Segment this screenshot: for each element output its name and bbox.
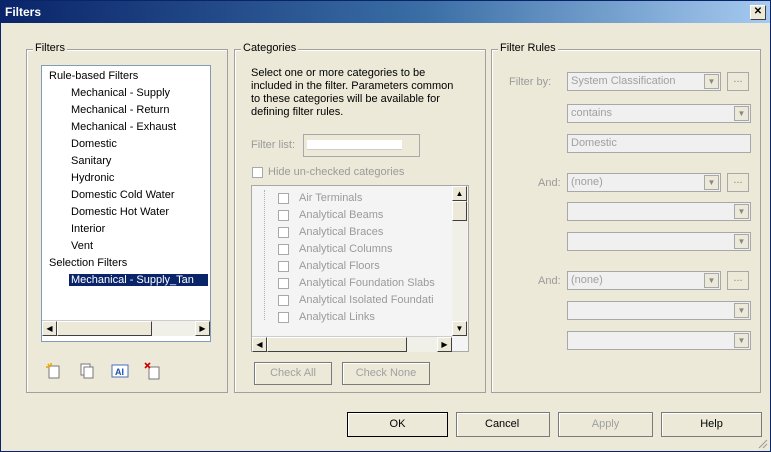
and1-label: And: [538, 177, 561, 189]
new-filter-icon[interactable] [45, 362, 63, 380]
close-button[interactable]: ✕ [750, 5, 766, 20]
delete-filter-icon[interactable] [144, 362, 162, 380]
tree-item[interactable]: Domestic [71, 138, 117, 150]
tree-item-rule-based[interactable]: Rule-based Filters [49, 70, 138, 82]
ok-button[interactable]: OK [347, 412, 448, 437]
tree-item-selected[interactable]: Mechanical - Supply_Tan [69, 274, 208, 286]
rename-filter-icon[interactable]: AI [111, 362, 129, 380]
duplicate-filter-icon[interactable] [78, 362, 96, 380]
check-all-button[interactable]: Check All [254, 362, 332, 385]
chevron-down-icon: ▼ [704, 273, 719, 288]
and2-browse-button[interactable]: ... [727, 271, 749, 290]
filter-list-dropdown[interactable] [303, 134, 420, 157]
category-checkbox[interactable] [278, 261, 289, 272]
category-item[interactable]: Analytical Floors [299, 260, 380, 272]
category-item[interactable]: Analytical Isolated Foundati [299, 294, 449, 306]
and2-select[interactable]: (none) ▼ [567, 271, 721, 290]
and2-operator-select[interactable]: ▼ [567, 301, 751, 320]
rule-value-field[interactable]: Domestic [567, 134, 751, 153]
scroll-down-icon[interactable]: ▼ [452, 321, 467, 336]
category-checkbox[interactable] [278, 278, 289, 289]
scroll-left-icon[interactable]: ◀ [252, 337, 267, 352]
filter-by-value: System Classification [571, 75, 676, 87]
category-checkbox[interactable] [278, 244, 289, 255]
filter-list-label: Filter list: [251, 139, 295, 151]
category-item[interactable]: Analytical Braces [299, 226, 383, 238]
category-checkbox[interactable] [278, 312, 289, 323]
scroll-thumb[interactable] [452, 201, 467, 221]
and1-operator-select[interactable]: ▼ [567, 202, 751, 221]
hide-unchecked-checkbox[interactable] [252, 167, 263, 178]
category-item[interactable]: Analytical Columns [299, 243, 393, 255]
and1-browse-button[interactable]: ... [727, 173, 749, 192]
tree-item[interactable]: Mechanical - Supply [71, 87, 170, 99]
help-button[interactable]: Help [661, 412, 762, 437]
categories-group-legend: Categories [241, 42, 299, 54]
chevron-down-icon: ▼ [734, 234, 749, 249]
operator-value: contains [571, 107, 612, 119]
category-item[interactable]: Air Terminals [299, 192, 362, 204]
category-checkbox[interactable] [278, 227, 289, 238]
chevron-down-icon: ▼ [734, 204, 749, 219]
filter-by-browse-button[interactable]: ... [727, 72, 749, 91]
filters-dialog: Filters ✕ Filters Rule-based Filters Mec… [0, 0, 771, 452]
filter-rules-legend: Filter Rules [498, 42, 558, 54]
window-title: Filters [5, 5, 42, 19]
svg-text:AI: AI [115, 367, 124, 377]
category-checkbox[interactable] [278, 193, 289, 204]
and2-value: (none) [571, 274, 603, 286]
chevron-down-icon: ▼ [704, 74, 719, 89]
tree-item[interactable]: Hydronic [71, 172, 114, 184]
tree-item[interactable]: Mechanical - Return [71, 104, 169, 116]
and1-value: (none) [571, 176, 603, 188]
tree-item[interactable]: Sanitary [71, 155, 111, 167]
category-item[interactable]: Analytical Beams [299, 209, 383, 221]
check-none-button[interactable]: Check None [342, 362, 430, 385]
scroll-right-icon[interactable]: ▶ [437, 337, 452, 352]
tree-item-selection-filters[interactable]: Selection Filters [49, 257, 127, 269]
scroll-right-icon[interactable]: ▶ [195, 321, 210, 336]
category-checkbox[interactable] [278, 295, 289, 306]
resize-grip-icon[interactable] [758, 439, 768, 449]
tree-item[interactable]: Vent [71, 240, 93, 252]
title-bar: Filters ✕ [1, 1, 770, 23]
categories-description: Select one or more categories to be incl… [251, 67, 454, 118]
and2-label: And: [538, 275, 561, 287]
and1-value-select[interactable]: ▼ [567, 232, 751, 251]
chevron-down-icon: ▼ [734, 333, 749, 348]
filter-by-select[interactable]: System Classification ▼ [567, 72, 721, 91]
operator-select[interactable]: contains ▼ [567, 104, 751, 123]
chevron-down-icon: ▼ [734, 303, 749, 318]
scroll-thumb[interactable] [57, 321, 152, 336]
and1-select[interactable]: (none) ▼ [567, 173, 721, 192]
categories-vscroll[interactable]: ▲ ▼ [452, 186, 467, 336]
filter-tree-hscroll[interactable]: ◀ ▶ [42, 320, 210, 336]
cancel-button[interactable]: Cancel [456, 412, 550, 437]
tree-item[interactable]: Mechanical - Exhaust [71, 121, 176, 133]
filter-by-label: Filter by: [509, 76, 552, 88]
tree-item[interactable]: Interior [71, 223, 105, 235]
tree-item[interactable]: Domestic Hot Water [71, 206, 169, 218]
categories-hscroll[interactable]: ◀ ▶ [252, 336, 452, 352]
filter-tree[interactable]: Rule-based Filters Mechanical - Supply M… [41, 65, 211, 342]
tree-item[interactable]: Domestic Cold Water [71, 189, 175, 201]
category-checkbox[interactable] [278, 210, 289, 221]
hide-unchecked-label: Hide un-checked categories [268, 166, 405, 178]
category-item[interactable]: Analytical Foundation Slabs [299, 277, 435, 289]
apply-button[interactable]: Apply [558, 412, 653, 437]
filters-group-legend: Filters [33, 42, 67, 54]
and2-value-select[interactable]: ▼ [567, 331, 751, 350]
chevron-down-icon: ▼ [734, 106, 749, 121]
categories-list[interactable]: Air Terminals Analytical Beams Analytica… [251, 185, 469, 352]
chevron-down-icon: ▼ [704, 175, 719, 190]
scroll-thumb[interactable] [267, 337, 407, 352]
category-item[interactable]: Analytical Links [299, 311, 375, 323]
scroll-up-icon[interactable]: ▲ [452, 186, 467, 201]
scroll-left-icon[interactable]: ◀ [42, 321, 57, 336]
